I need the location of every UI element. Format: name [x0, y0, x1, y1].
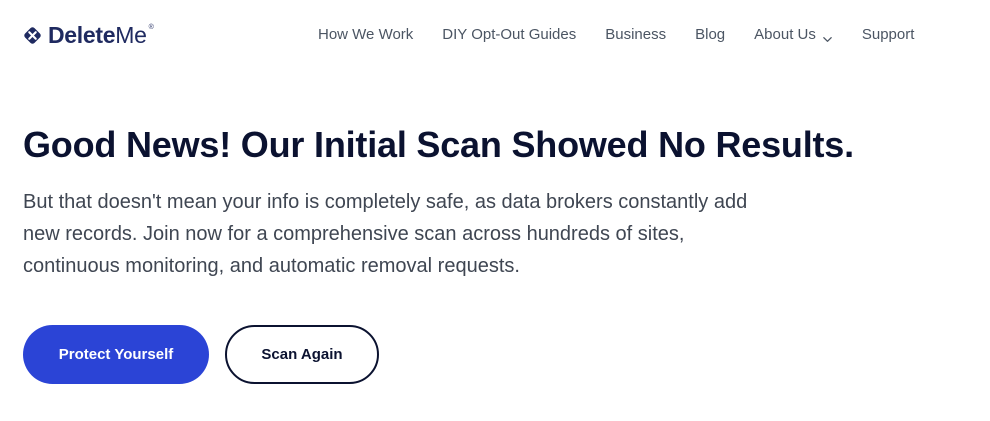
nav-label: Blog: [695, 26, 726, 43]
nav-label: How We Work: [318, 26, 414, 43]
nav-about-us[interactable]: About Us: [754, 24, 833, 46]
nav-diy-opt-out-guides[interactable]: DIY Opt-Out Guides: [442, 24, 576, 46]
nav-support[interactable]: Support: [862, 24, 915, 46]
scan-again-button[interactable]: Scan Again: [225, 325, 379, 384]
registered-mark: ®: [148, 24, 154, 31]
protect-yourself-button[interactable]: Protect Yourself: [23, 325, 209, 384]
nav-label: Support: [861, 26, 915, 43]
x-badge-icon: [23, 26, 42, 45]
nav-how-we-work[interactable]: How We Work: [318, 24, 413, 46]
page-description: But that doesn't mean your info is compl…: [23, 191, 748, 277]
nav-label: Business: [605, 26, 667, 43]
action-buttons: Protect Yourself Scan Again: [23, 325, 379, 384]
chevron-down-icon: [822, 30, 833, 42]
nav-label: DIY Opt-Out Guides: [442, 26, 577, 43]
nav-label: About Us: [754, 26, 816, 43]
page-title: Good News! Our Initial Scan Showed No Re…: [23, 124, 854, 165]
site-header: DeleteMe ® How We Work DIY Opt-Out Guide…: [0, 0, 990, 70]
logo-text-delete: Delete: [48, 22, 116, 48]
nav-blog[interactable]: Blog: [695, 24, 725, 46]
deleteme-logo[interactable]: DeleteMe ®: [23, 22, 154, 48]
nav-business[interactable]: Business: [605, 24, 666, 46]
logo-text-me: Me: [115, 22, 147, 48]
logo-wordmark: DeleteMe: [48, 22, 147, 48]
main-nav: How We Work DIY Opt-Out Guides Business …: [318, 24, 914, 46]
